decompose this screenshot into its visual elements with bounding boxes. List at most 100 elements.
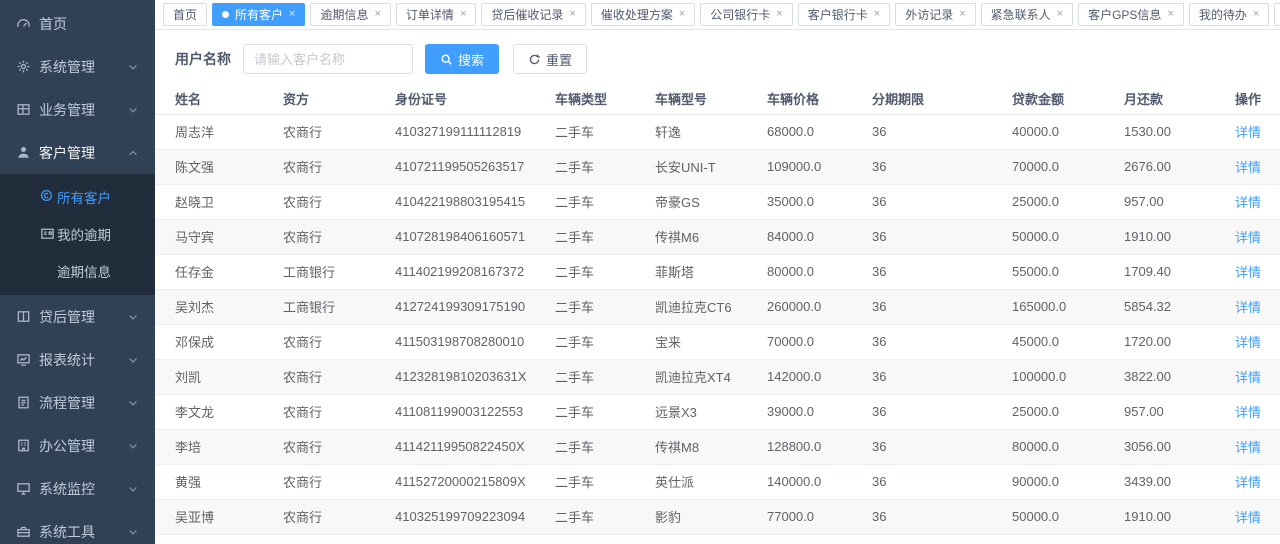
chevron-down-icon bbox=[127, 439, 139, 451]
column-header: 月还款 bbox=[1104, 84, 1222, 114]
chevron-down-icon bbox=[127, 482, 139, 494]
chevron-down-icon bbox=[127, 103, 139, 115]
table-row: 吴亚博农商行410325199709223094二手车影豹77000.03650… bbox=[155, 499, 1280, 534]
table-cell bbox=[747, 534, 852, 544]
sidebar-item-office-mgmt[interactable]: 办公管理 bbox=[0, 424, 155, 467]
table-cell: 3439.00 bbox=[1104, 464, 1222, 499]
close-icon[interactable]: × bbox=[776, 9, 782, 20]
detail-link[interactable]: 详情 bbox=[1235, 300, 1261, 315]
table-cell: 1910.00 bbox=[1104, 219, 1222, 254]
search-button[interactable]: 搜索 bbox=[425, 44, 499, 74]
tab-item[interactable]: 我的待办× bbox=[1189, 3, 1269, 26]
tab-item[interactable]: 订单详情× bbox=[396, 3, 476, 26]
sidebar-subitem-overdue-info[interactable]: 逾期信息 bbox=[0, 252, 155, 289]
table-cell: 二手车 bbox=[535, 254, 635, 289]
table-cell: 英仕派 bbox=[635, 464, 747, 499]
table-cell-action: 详情 bbox=[1222, 394, 1280, 429]
detail-link[interactable]: 详情 bbox=[1235, 370, 1261, 385]
table-row: 马守宾农商行410728198406160571二手车传祺M684000.036… bbox=[155, 219, 1280, 254]
detail-link[interactable]: 详情 bbox=[1235, 335, 1261, 350]
tab-item[interactable]: 首页 bbox=[163, 3, 207, 26]
sidebar-item-label: 系统监控 bbox=[39, 479, 95, 499]
table-cell: 36 bbox=[852, 254, 992, 289]
tab-item[interactable]: 催收处理方案× bbox=[591, 3, 695, 26]
submenu-customer-mgmt: 所有客户我的逾期逾期信息 bbox=[0, 174, 155, 295]
detail-link[interactable]: 详情 bbox=[1235, 405, 1261, 420]
table-cell: 80000.0 bbox=[747, 254, 852, 289]
sidebar-subitem-all-customers[interactable]: 所有客户 bbox=[0, 178, 155, 215]
detail-link[interactable]: 详情 bbox=[1235, 510, 1261, 525]
close-icon[interactable]: × bbox=[959, 9, 965, 20]
detail-link[interactable]: 详情 bbox=[1235, 195, 1261, 210]
table-cell: 410325199709223094 bbox=[375, 499, 535, 534]
sidebar-item-report-stats[interactable]: 报表统计 bbox=[0, 338, 155, 381]
close-icon[interactable]: × bbox=[374, 9, 380, 20]
close-icon[interactable]: × bbox=[1057, 9, 1063, 20]
tab-item[interactable]: 逾期信息× bbox=[310, 3, 390, 26]
sidebar-item-label: 报表统计 bbox=[39, 350, 95, 370]
sidebar-item-postloan-mgmt[interactable]: 贷后管理 bbox=[0, 295, 155, 338]
dashboard-icon bbox=[15, 16, 31, 32]
sidebar-item-home[interactable]: 首页 bbox=[0, 2, 155, 45]
tab-item[interactable]: 客户GPS信息× bbox=[1078, 3, 1184, 26]
main-panel: 首页所有客户×逾期信息×订单详情×贷后催收记录×催收处理方案×公司银行卡×客户银… bbox=[155, 0, 1280, 544]
chevron-down-icon bbox=[127, 310, 139, 322]
table-cell: 二手车 bbox=[535, 114, 635, 149]
table-cell: 哈弗 bbox=[635, 534, 747, 544]
close-icon[interactable]: × bbox=[679, 9, 685, 20]
table-cell bbox=[1104, 534, 1222, 544]
table-header-row: 姓名资方身份证号车辆类型车辆型号车辆价格分期期限贷款金额月还款操作 bbox=[155, 84, 1280, 114]
close-icon[interactable]: × bbox=[460, 9, 466, 20]
sidebar-item-system-monitor[interactable]: 系统监控 bbox=[0, 467, 155, 510]
table-cell: 410728198406160571 bbox=[375, 219, 535, 254]
close-icon[interactable]: × bbox=[289, 9, 295, 20]
table-cell: 二手车 bbox=[535, 324, 635, 359]
table-cell: 李文龙 bbox=[155, 394, 263, 429]
table-cell: 刘凯 bbox=[155, 359, 263, 394]
table-cell: 84000.0 bbox=[747, 219, 852, 254]
table-cell-action: 详情 bbox=[1222, 184, 1280, 219]
table-cell: 轩逸 bbox=[635, 114, 747, 149]
table-cell-action: 详情 bbox=[1222, 289, 1280, 324]
column-header: 车辆型号 bbox=[635, 84, 747, 114]
table-row: 邓保成农商行411503198708280010二手车宝来70000.03645… bbox=[155, 324, 1280, 359]
table-cell: 50000.0 bbox=[992, 219, 1104, 254]
table-row: 黄强农商行41152720000215809X二手车英仕派140000.0369… bbox=[155, 464, 1280, 499]
detail-link[interactable]: 详情 bbox=[1235, 160, 1261, 175]
close-icon[interactable]: × bbox=[569, 9, 575, 20]
tab-item[interactable]: 客户银行卡× bbox=[798, 3, 890, 26]
tab-item[interactable]: 外访记录× bbox=[895, 3, 975, 26]
sidebar-subitem-my-overdue[interactable]: 我的逾期 bbox=[0, 215, 155, 252]
table-cell: 260000.0 bbox=[747, 289, 852, 324]
sidebar-subitem-label: 所有客户 bbox=[57, 187, 111, 207]
sidebar-item-process-mgmt[interactable]: 流程管理 bbox=[0, 381, 155, 424]
close-icon[interactable]: × bbox=[1253, 9, 1259, 20]
tab-item[interactable]: 所有客户× bbox=[212, 3, 305, 26]
sidebar-item-system-tools[interactable]: 系统工具 bbox=[0, 510, 155, 544]
sidebar-item-customer-mgmt[interactable]: 客户管理 bbox=[0, 131, 155, 174]
detail-link[interactable]: 详情 bbox=[1235, 440, 1261, 455]
table-cell: 农商行 bbox=[263, 394, 375, 429]
table-cell: 凯迪拉克CT6 bbox=[635, 289, 747, 324]
sidebar-item-system-mgmt[interactable]: 系统管理 bbox=[0, 45, 155, 88]
search-input[interactable] bbox=[243, 44, 413, 74]
table-cell: 100000.0 bbox=[992, 359, 1104, 394]
table-cell: 36 bbox=[852, 429, 992, 464]
tab-item[interactable]: 贷后催收记录 × bbox=[481, 3, 585, 26]
tab-item[interactable]: 我的流程× bbox=[1274, 3, 1280, 26]
tab-item[interactable]: 紧急联系人× bbox=[981, 3, 1073, 26]
table-row: 任存金工商银行411402199208167372二手车菲斯塔80000.036… bbox=[155, 254, 1280, 289]
detail-link[interactable]: 详情 bbox=[1235, 265, 1261, 280]
sidebar-item-business-mgmt[interactable]: 业务管理 bbox=[0, 88, 155, 131]
table-cell: 二手车 bbox=[535, 394, 635, 429]
table-row: 赵晓卫农商行410422198803195415二手车帝豪GS35000.036… bbox=[155, 184, 1280, 219]
detail-link[interactable]: 详情 bbox=[1235, 475, 1261, 490]
tab-label: 贷后催收记录 bbox=[491, 6, 563, 23]
close-icon[interactable]: × bbox=[1167, 9, 1173, 20]
close-icon[interactable]: × bbox=[874, 9, 880, 20]
detail-link[interactable]: 详情 bbox=[1235, 125, 1261, 140]
reset-button[interactable]: 重置 bbox=[513, 44, 587, 74]
tab-item[interactable]: 公司银行卡× bbox=[700, 3, 792, 26]
table-cell: 二手车 bbox=[535, 499, 635, 534]
detail-link[interactable]: 详情 bbox=[1235, 230, 1261, 245]
